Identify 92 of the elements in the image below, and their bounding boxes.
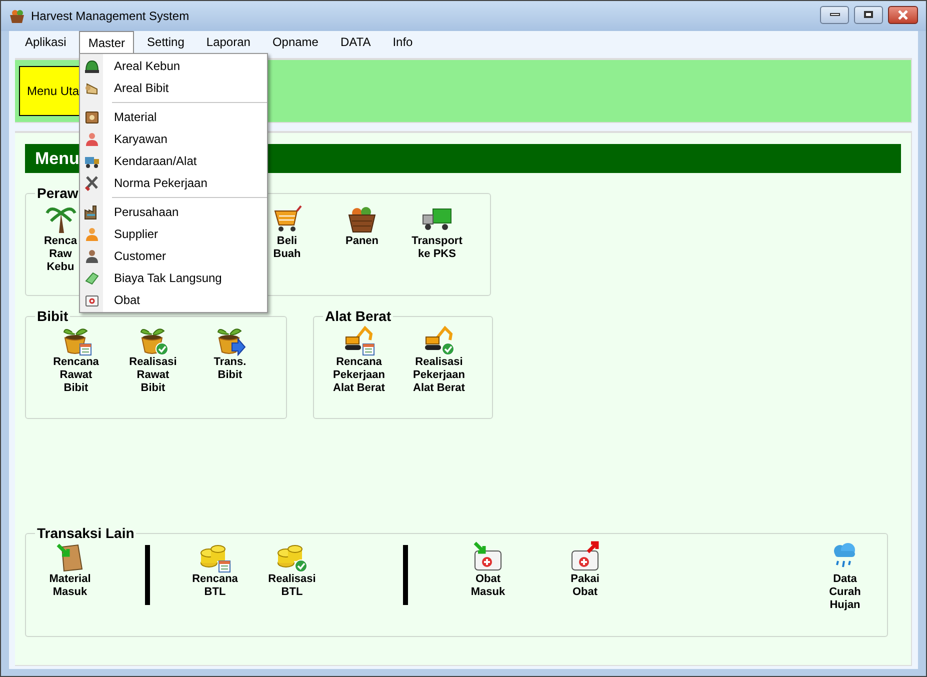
menu-item[interactable]: Setting: [138, 31, 194, 53]
launcher-label: Rencana: [53, 356, 99, 369]
person-icon: [84, 248, 100, 264]
close-icon: [897, 10, 909, 20]
dropdown-item[interactable]: Kendaraan/Alat: [80, 150, 235, 172]
launcher-label: Raw: [49, 248, 72, 261]
dropdown-item[interactable]: Customer: [80, 245, 235, 267]
launcher-label: Rencana: [336, 356, 382, 369]
launcher-label: Masuk: [52, 586, 88, 599]
launcher-label: Pekerjaan: [333, 369, 385, 382]
launcher-label: Realisasi: [268, 573, 316, 586]
launcher-label: Trans.: [214, 356, 246, 369]
launcher-label: Pakai: [570, 573, 600, 586]
launcher-button[interactable]: Beli Buah: [257, 203, 317, 261]
launcher-button[interactable]: Trans. Bibit: [193, 324, 267, 382]
launcher-label: Buah: [273, 248, 301, 261]
launcher-button[interactable]: Rencana Rawat Bibit: [39, 324, 113, 395]
launcher-button[interactable]: Realisasi Pekerjaan Alat Berat: [399, 324, 479, 395]
dropdown-item[interactable]: Supplier: [80, 223, 235, 245]
tag-icon: [84, 270, 100, 286]
separator-bar: [145, 545, 150, 605]
launcher-label: Bibit: [140, 382, 166, 395]
launcher-button[interactable]: Data Curah Hujan: [815, 541, 875, 612]
launcher-label: Transport: [412, 235, 462, 248]
menu-item[interactable]: Aplikasi: [16, 31, 76, 53]
launcher-label: Alat Berat: [333, 382, 385, 395]
launcher-label: Hujan: [830, 599, 860, 612]
launcher-label: Obat: [572, 586, 598, 599]
dropdown-item[interactable]: Areal Kebun: [80, 55, 267, 77]
menu-item[interactable]: DATA: [331, 31, 380, 53]
menu-item[interactable]: Opname: [263, 31, 328, 53]
banner-label: Menu Uta: [19, 66, 79, 116]
dropdown-item[interactable]: Norma Pekerjaan: [80, 172, 235, 194]
menu-item[interactable]: Info: [384, 31, 422, 53]
medkit-icon: [472, 541, 504, 573]
launcher-label: Obat: [475, 573, 501, 586]
launcher-label: BTL: [281, 586, 303, 599]
launcher-button[interactable]: Realisasi BTL: [262, 541, 322, 599]
launcher-label: Beli: [276, 235, 298, 248]
dropdown-item[interactable]: Obat: [80, 289, 235, 311]
launcher-label: Alat Berat: [413, 382, 465, 395]
launcher-button[interactable]: Realisasi Rawat Bibit: [116, 324, 190, 395]
launcher-button[interactable]: Pakai Obat: [555, 541, 615, 599]
maximize-icon: [864, 11, 873, 18]
launcher-label: Rencana: [192, 573, 238, 586]
excavator-icon: [343, 324, 375, 356]
group-title: Transaksi Lain: [36, 525, 136, 541]
launcher-button[interactable]: Renca Raw Kebu: [43, 203, 77, 274]
person-icon: [84, 131, 100, 147]
person-icon: [84, 226, 100, 242]
maximize-button[interactable]: [854, 6, 883, 24]
launcher-label: Kebu: [46, 261, 74, 274]
medkit-icon: [569, 541, 601, 573]
launcher-label: Rawat: [60, 369, 92, 382]
launcher-label: ke PKS: [418, 248, 456, 261]
launcher-label: Bibit: [64, 382, 88, 395]
box-icon: [84, 109, 100, 125]
launcher-label: Masuk: [470, 586, 506, 599]
group-title: Bibit: [36, 308, 70, 324]
launcher-label: Material: [49, 573, 91, 586]
launcher-label: Renca: [44, 235, 77, 248]
close-button[interactable]: [888, 6, 918, 24]
menu-item[interactable]: Master: [79, 31, 134, 53]
group-title: Alat Berat: [324, 308, 392, 324]
hill-icon: [84, 58, 100, 74]
launcher-label: BTL: [204, 586, 226, 599]
launcher-label: Pekerjaan: [413, 369, 465, 382]
separator-bar: [403, 545, 408, 605]
basket-icon: [9, 8, 25, 24]
minimize-icon: [830, 13, 840, 16]
launcher-button[interactable]: Panen: [332, 203, 392, 248]
launcher-label: Panen: [345, 235, 378, 248]
launcher-button[interactable]: Material Masuk: [40, 541, 100, 599]
launcher-label: Data: [833, 573, 857, 586]
launcher-button[interactable]: Rencana BTL: [185, 541, 245, 599]
launcher-label: Rawat: [136, 369, 170, 382]
launcher-label: Realisasi: [415, 356, 463, 369]
dropdown-item[interactable]: Material: [80, 106, 235, 128]
launcher-label: Curah: [829, 586, 861, 599]
launcher-label: Realisasi: [129, 356, 177, 369]
launcher-label: Bibit: [218, 369, 242, 382]
launcher-button[interactable]: Obat Masuk: [458, 541, 518, 599]
dropdown-item[interactable]: Perusahaan: [80, 201, 235, 223]
dropdown-item[interactable]: Biaya Tak Langsung: [80, 267, 235, 289]
launcher-button[interactable]: Transport ke PKS: [407, 203, 467, 261]
menu-item[interactable]: Laporan: [197, 31, 260, 53]
launcher-button[interactable]: Rencana Pekerjaan Alat Berat: [319, 324, 399, 395]
group-title: Peraw: [36, 185, 80, 201]
window-title: Harvest Management System: [31, 9, 190, 23]
minimize-button[interactable]: [820, 6, 849, 24]
dropdown-item[interactable]: Areal Bibit: [80, 77, 267, 99]
excavator-icon: [423, 324, 455, 356]
